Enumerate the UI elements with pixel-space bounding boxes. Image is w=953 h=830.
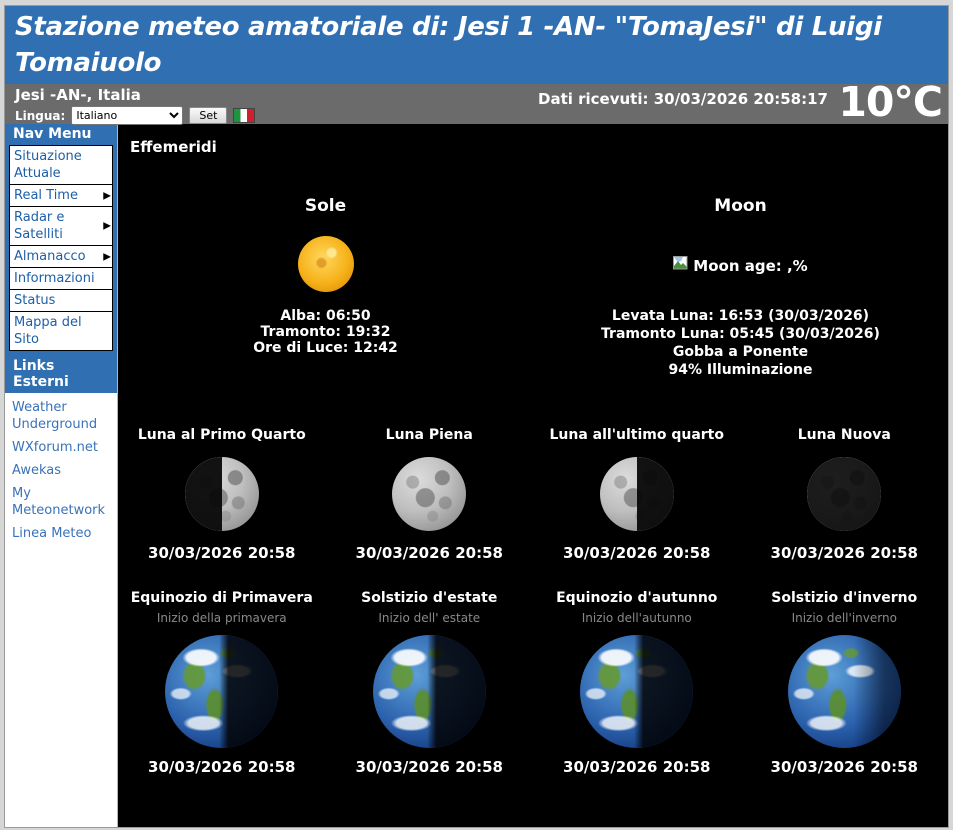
phase-date: 30/03/2026 20:58 (326, 544, 534, 562)
season-title: Solstizio d'inverno (741, 590, 949, 606)
moon-section: Moon Moon age: ,% Levata Luna: 16:53 (533, 196, 948, 379)
sidebar-item-real-time[interactable]: Real Time ▶ (9, 184, 113, 207)
external-links: Weather Underground WXforum.net Awekas M… (5, 393, 117, 554)
sun-heading: Sole (118, 196, 533, 216)
sidebar-item-almanacco[interactable]: Almanacco ▶ (9, 245, 113, 268)
sunrise-time: Alba: 06:50 (118, 308, 533, 324)
link-linea-meteo[interactable]: Linea Meteo (12, 525, 115, 542)
page-container: Stazione meteo amatoriale di: Jesi 1 -AN… (4, 5, 949, 828)
sidebar-item-mappa-del-sito[interactable]: Mappa del Sito (9, 311, 113, 351)
moonrise-time: Levata Luna: 16:53 (30/03/2026) (533, 307, 948, 325)
earth-autumn-image (580, 635, 693, 748)
data-received-timestamp: Dati ricevuti: 30/03/2026 20:58:17 (538, 90, 828, 108)
link-my-meteonetwork[interactable]: My Meteonetwork (12, 485, 115, 519)
moon-phase-last-quarter: Luna all'ultimo quarto 30/03/2026 20:58 (533, 427, 741, 562)
phase-title: Luna Piena (326, 427, 534, 443)
season-subtitle: Inizio della primavera (118, 611, 326, 625)
link-awekas[interactable]: Awekas (12, 462, 115, 479)
set-language-button[interactable]: Set (189, 107, 227, 124)
season-summer-solstice: Solstizio d'estate Inizio dell' estate 3… (326, 590, 534, 776)
moon-phase-full: Luna Piena 30/03/2026 20:58 (326, 427, 534, 562)
phase-date: 30/03/2026 20:58 (741, 544, 949, 562)
moonset-time: Tramonto Luna: 05:45 (30/03/2026) (533, 325, 948, 343)
sunset-time: Tramonto: 19:32 (118, 324, 533, 340)
moon-illumination: 94% Illuminazione (533, 361, 948, 379)
page-title: Effemeridi (130, 138, 948, 156)
moon-heading: Moon (533, 196, 948, 216)
season-date: 30/03/2026 20:58 (533, 758, 741, 776)
season-title: Equinozio d'autunno (533, 590, 741, 606)
current-temperature: 10°C (838, 78, 942, 126)
full-moon-image (392, 457, 466, 531)
season-subtitle: Inizio dell'inverno (741, 611, 949, 625)
sidebar-item-radar-e-satelliti[interactable]: Radar e Satelliti ▶ (9, 206, 113, 246)
station-title: Stazione meteo amatoriale di: Jesi 1 -AN… (15, 12, 882, 78)
main-content: Effemeridi Sole Alba: 06:50 Tramonto: 19… (118, 124, 948, 827)
daylight-hours: Ore di Luce: 12:42 (118, 340, 533, 356)
new-moon-image (807, 457, 881, 531)
season-title: Equinozio di Primavera (118, 590, 326, 606)
phase-title: Luna Nuova (741, 427, 949, 443)
sidebar: Nav Menu Situazione Attuale Real Time ▶ … (5, 124, 118, 827)
season-title: Solstizio d'estate (326, 590, 534, 606)
earth-winter-image (788, 635, 901, 748)
submenu-arrow-icon: ▶ (103, 187, 111, 204)
phase-date: 30/03/2026 20:58 (533, 544, 741, 562)
link-wxforum[interactable]: WXforum.net (12, 439, 115, 456)
moon-waxing-state: Gobba a Ponente (533, 343, 948, 361)
seasons-row: Equinozio di Primavera Inizio della prim… (118, 590, 948, 776)
nav-menu: Situazione Attuale Real Time ▶ Radar e S… (5, 145, 117, 356)
sidebar-item-informazioni[interactable]: Informazioni (9, 267, 113, 290)
moon-age-text: Moon age: ,% (693, 257, 807, 275)
moon-phase-new: Luna Nuova 30/03/2026 20:58 (741, 427, 949, 562)
season-date: 30/03/2026 20:58 (741, 758, 949, 776)
season-autumn-equinox: Equinozio d'autunno Inizio dell'autunno … (533, 590, 741, 776)
external-links-header: Links Esterni (5, 356, 117, 393)
season-date: 30/03/2026 20:58 (326, 758, 534, 776)
phase-title: Luna all'ultimo quarto (533, 427, 741, 443)
earth-summer-image (373, 635, 486, 748)
language-label: Lingua: (15, 109, 65, 123)
phase-title: Luna al Primo Quarto (118, 427, 326, 443)
moon-phases-row: Luna al Primo Quarto 30/03/2026 20:58 Lu… (118, 427, 948, 562)
sidebar-item-situazione-attuale[interactable]: Situazione Attuale (9, 145, 113, 185)
italy-flag-icon (233, 108, 255, 123)
season-date: 30/03/2026 20:58 (118, 758, 326, 776)
earth-spring-image (165, 635, 278, 748)
broken-image-icon (673, 256, 689, 275)
submenu-arrow-icon: ▶ (103, 218, 111, 235)
link-weather-underground[interactable]: Weather Underground (12, 399, 115, 433)
season-winter-solstice: Solstizio d'inverno Inizio dell'inverno … (741, 590, 949, 776)
moon-phase-first-quarter: Luna al Primo Quarto 30/03/2026 20:58 (118, 427, 326, 562)
phase-date: 30/03/2026 20:58 (118, 544, 326, 562)
sidebar-item-status[interactable]: Status (9, 289, 113, 312)
page-title-banner: Stazione meteo amatoriale di: Jesi 1 -AN… (5, 6, 948, 84)
season-subtitle: Inizio dell'autunno (533, 611, 741, 625)
sun-section: Sole Alba: 06:50 Tramonto: 19:32 Ore di … (118, 196, 533, 379)
submenu-arrow-icon: ▶ (103, 248, 111, 265)
nav-menu-header: Nav Menu (5, 124, 117, 145)
last-quarter-moon-image (600, 457, 674, 531)
info-bar: Jesi -AN-, Italia Lingua: Italiano Set D… (5, 84, 948, 124)
season-subtitle: Inizio dell' estate (326, 611, 534, 625)
language-select[interactable]: Italiano (71, 106, 183, 125)
sun-image (298, 236, 354, 292)
season-spring-equinox: Equinozio di Primavera Inizio della prim… (118, 590, 326, 776)
first-quarter-moon-image (185, 457, 259, 531)
